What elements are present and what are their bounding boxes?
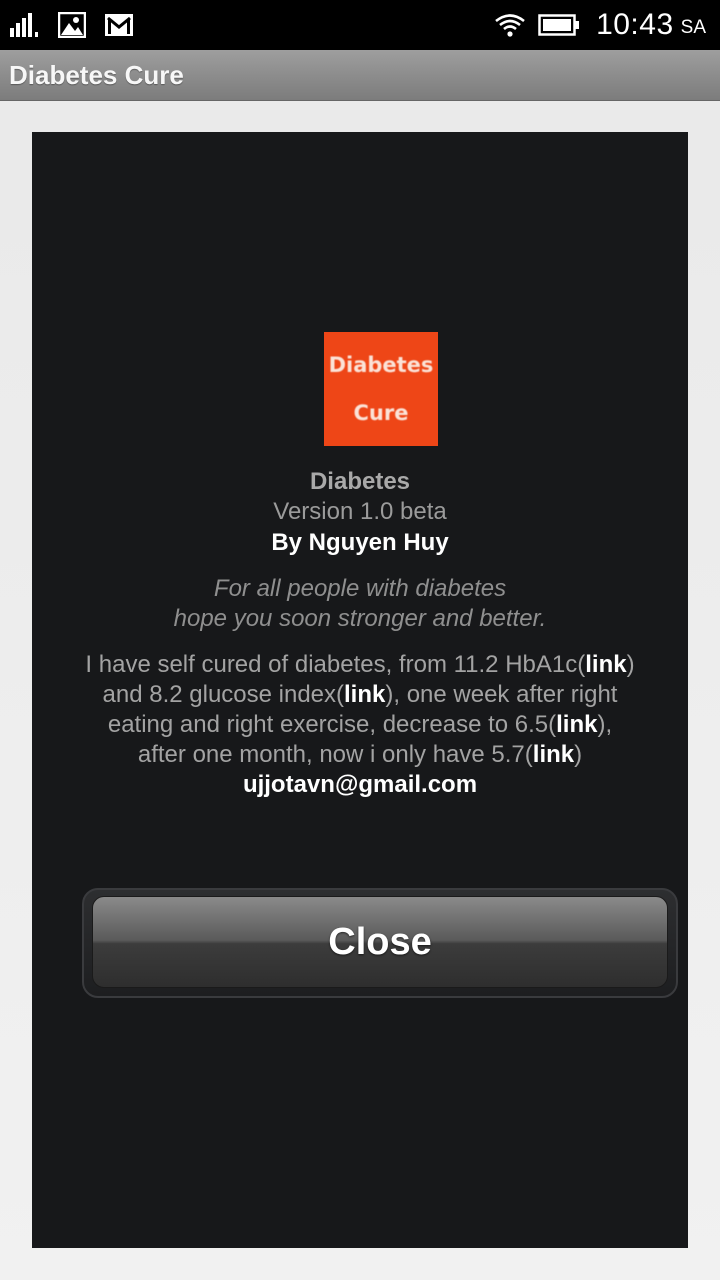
app-logo: Diabetes Cure: [324, 332, 438, 446]
story-text-segment: ), one week after right: [385, 681, 618, 708]
app-name: Diabetes: [309, 468, 411, 495]
gallery-notification-icon: [58, 12, 86, 38]
app-author: By Nguyen Huy: [271, 529, 449, 556]
tagline: For all people with diabetes hope you so…: [32, 574, 688, 634]
signal-icon: [10, 12, 40, 38]
story-text-segment: I have self cured of diabetes, from 11.2…: [85, 651, 586, 678]
status-bar: 10:43 SA: [0, 0, 720, 50]
gmail-notification-icon: [104, 13, 134, 37]
close-button[interactable]: Close: [92, 896, 668, 988]
week-result-link[interactable]: link: [556, 711, 597, 738]
story-text-segment: ): [626, 651, 635, 678]
app-version: Version 1.0 beta: [273, 498, 447, 525]
hba1c-link[interactable]: link: [585, 651, 626, 678]
wifi-icon: [494, 12, 526, 38]
about-dialog: Diabetes Cure Diabetes Version 1.0 beta …: [32, 132, 688, 1248]
story-text-segment: ),: [597, 711, 613, 738]
story-line2: and 8.2 glucose index(link), one week af…: [32, 680, 688, 710]
story-text-segment: after one month, now i only have 5.7(: [137, 741, 533, 768]
title-bar: Diabetes Cure: [0, 50, 720, 101]
story-line1: I have self cured of diabetes, from 11.2…: [32, 650, 688, 680]
tagline-line2: hope you soon stronger and better.: [173, 605, 547, 632]
close-button-label: Close: [328, 920, 432, 963]
status-ampm: SA: [680, 17, 706, 38]
status-right-group: 10:43 SA: [494, 8, 706, 42]
story-line4: after one month, now i only have 5.7(lin…: [32, 740, 688, 770]
story-text-segment: and 8.2 glucose index(: [102, 681, 345, 708]
status-left-group: [10, 10, 152, 40]
close-button-frame: Close: [82, 888, 678, 998]
story-line3: eating and right exercise, decrease to 6…: [32, 710, 688, 740]
battery-icon: [538, 14, 580, 36]
page-title: Diabetes Cure: [9, 60, 184, 90]
logo-text-line1: Diabetes: [328, 353, 434, 377]
contact-email[interactable]: ujjotavn@gmail.com: [32, 771, 688, 799]
story-text-segment: eating and right exercise, decrease to 6…: [107, 711, 557, 738]
glucose-link[interactable]: link: [344, 681, 385, 708]
tagline-line1: For all people with diabetes: [213, 575, 507, 602]
story-text-segment: ): [574, 741, 583, 768]
story-text: I have self cured of diabetes, from 11.2…: [32, 650, 688, 770]
month-result-link[interactable]: link: [533, 741, 574, 768]
logo-text-line2: Cure: [353, 401, 409, 425]
status-clock: 10:43: [596, 8, 674, 41]
